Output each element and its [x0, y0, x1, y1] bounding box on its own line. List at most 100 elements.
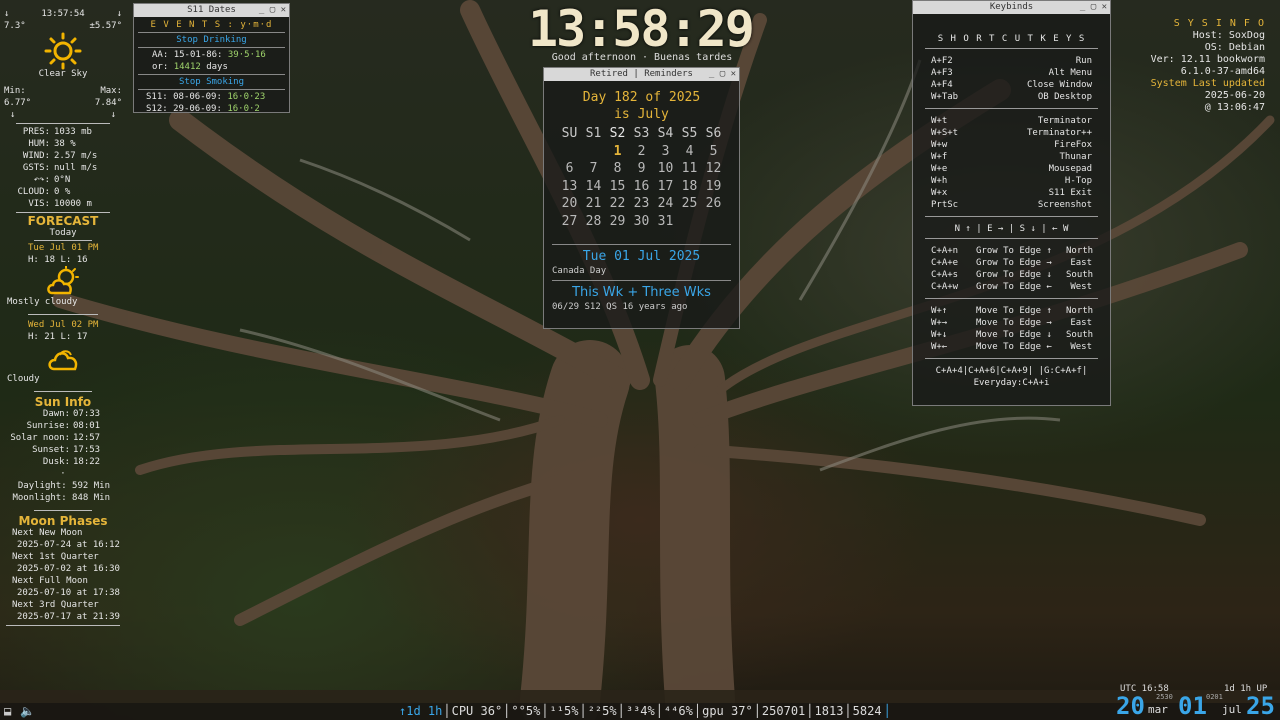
key-action: Terminator++ [1026, 128, 1092, 138]
volume-icon[interactable]: 🔈 [20, 704, 35, 718]
calendar-day[interactable]: 22 [606, 195, 630, 213]
calendar-day[interactable]: 18 [678, 178, 702, 196]
current-date: Tue 01 Jul 2025 [582, 249, 701, 264]
version: Ver: 12.11 bookworm [1150, 54, 1265, 65]
keybind-row: W+→ Move To Edge → East [913, 317, 1110, 329]
calendar-day[interactable]: 14 [582, 178, 606, 196]
calendar-day[interactable]: 1 [606, 143, 630, 161]
calendar-day[interactable]: 12 [702, 160, 726, 178]
key-combo: W+S+t [931, 128, 959, 138]
sun-value: 08:01 [73, 421, 101, 431]
calendar-day[interactable]: 28 [582, 213, 606, 231]
calendar-day[interactable]: 13 [558, 178, 582, 196]
calendar-day[interactable]: 7 [582, 160, 606, 178]
moon-phase-date: 2025-07-10 at 17:38 [17, 588, 120, 598]
key-action: Move To Edge → [976, 318, 1052, 328]
sun-value: 12:57 [73, 433, 101, 443]
keybind-row: A+F3 Alt Menu [913, 67, 1110, 79]
keybind-row: PrtSc Screenshot [913, 199, 1110, 211]
calendar-day[interactable]: 6 [558, 160, 582, 178]
calendar-day[interactable] [558, 143, 582, 161]
keybind-row: W+w FireFox [913, 139, 1110, 151]
calendar-day[interactable] [582, 143, 606, 161]
detail-label: WIND: [22, 151, 50, 161]
calendar-day[interactable]: 10 [654, 160, 678, 178]
calendar-day[interactable]: 5 [702, 143, 726, 161]
key-action: Grow To Edge ↑ [976, 246, 1052, 256]
calendar-day[interactable]: 24 [654, 195, 678, 213]
window-title: Retired | Reminders [590, 69, 693, 79]
calendar-window[interactable]: Retired | Reminders _ ▢ ✕ Day 182 of 202… [543, 67, 740, 329]
titlebar[interactable]: Keybinds _ ▢ ✕ [913, 1, 1110, 14]
key-combo: W+Tab [931, 92, 959, 102]
calendar-day[interactable]: 17 [654, 178, 678, 196]
titlebar[interactable]: S11 Dates _ ▢ ✕ [134, 4, 289, 17]
calendar-day[interactable]: 23 [630, 195, 654, 213]
calendar-weekday: S6 [705, 126, 722, 141]
calendar-day[interactable]: 30 [630, 213, 654, 231]
keybinds-window[interactable]: Keybinds _ ▢ ✕ S H O R T C U T K E Y S A… [912, 0, 1111, 406]
key-action: H-Top [1064, 176, 1092, 186]
calendar-day[interactable]: 3 [654, 143, 678, 161]
forecast-title: FORECAST [27, 214, 99, 228]
sun-info-list: Dawn: 07:33 Sunrise: 08:01 Solar noon: 12:57 S… [4, 408, 122, 468]
sun-label: Dusk: [42, 457, 70, 467]
key-direction: East [1070, 318, 1092, 328]
sun-row: Dusk: 18:22 [4, 456, 122, 468]
calendar-day[interactable]: 11 [678, 160, 702, 178]
forecast-condition: Mostly cloudy [7, 297, 78, 307]
system-stats-bar: ↑1d 1h│CPU 36°│°°5%│¹¹5%│²²5%│³³4%│⁴⁴6%│… [399, 704, 891, 718]
gpu-temp: gpu 37° [702, 704, 753, 718]
calendar-day[interactable]: 9 [630, 160, 654, 178]
calendar-weekday: SU [561, 126, 578, 141]
key-combo: W+t [931, 116, 948, 126]
weather-header: ↓ 13:57:54 ↓ [4, 8, 122, 20]
keybind-row: W+t Terminator [913, 115, 1110, 127]
key-action: Grow To Edge ← [976, 282, 1052, 292]
s11-dates-window[interactable]: S11 Dates _ ▢ ✕ E V E N T S : y·m·d Stop… [133, 3, 290, 114]
key-direction: South [1066, 270, 1094, 280]
menu-icon[interactable]: ⬓ [4, 704, 11, 718]
stat-value: 5824 [852, 704, 882, 718]
calendar-day[interactable] [678, 213, 702, 231]
key-action: Grow To Edge ↓ [976, 270, 1052, 280]
calendar-day[interactable] [702, 213, 726, 231]
sun-row: Sunrise: 08:01 [4, 420, 122, 432]
calendar-day[interactable]: 16 [630, 178, 654, 196]
calendar-day[interactable]: 4 [678, 143, 702, 161]
calendar-day[interactable]: 29 [606, 213, 630, 231]
calendar-day[interactable]: 21 [582, 195, 606, 213]
calendar-day[interactable]: 26 [702, 195, 726, 213]
moon-phase-label: Next New Moon [12, 528, 83, 538]
calendar-day[interactable]: 31 [654, 213, 678, 231]
core-load: ⁴⁴6% [663, 704, 693, 718]
day-of-year: Day 182 of 2025 [582, 90, 701, 105]
key-action: Terminator [1037, 116, 1092, 126]
calendar-day[interactable]: 19 [702, 178, 726, 196]
calendar-weekday: S3 [633, 126, 650, 141]
days-count: 14412 [173, 62, 201, 72]
max-temp: 7.84° [94, 98, 122, 108]
key-action: Move To Edge ↑ [976, 306, 1052, 316]
keybind-row: W+S+t Terminator++ [913, 127, 1110, 139]
calendar-day[interactable]: 15 [606, 178, 630, 196]
titlebar[interactable]: Retired | Reminders _ ▢ ✕ [544, 68, 739, 81]
window-controls[interactable]: _ ▢ ✕ [709, 68, 736, 81]
window-controls[interactable]: _ ▢ ✕ [1080, 1, 1107, 14]
calendar-day[interactable]: 20 [558, 195, 582, 213]
keybind-row: A+F4 Close Window [913, 79, 1110, 91]
detail-label: ↶↷: [33, 175, 50, 185]
window-controls[interactable]: _ ▢ ✕ [259, 4, 286, 17]
calendar-day[interactable]: 25 [678, 195, 702, 213]
core-load: ³³4% [625, 704, 655, 718]
sun-row: Solar noon: 12:57 [4, 432, 122, 444]
detail-value: 10000 m [54, 199, 92, 209]
key-action: Close Window [1026, 80, 1092, 90]
keybind-row: C+A+n Grow To Edge ↑ North [913, 245, 1110, 257]
calendar-day[interactable]: 2 [630, 143, 654, 161]
arrow-down-icon: ↓ [10, 110, 16, 120]
calendar-day[interactable]: 8 [606, 160, 630, 178]
detail-label: GSTS: [22, 163, 50, 173]
calendar-day[interactable]: 27 [558, 213, 582, 231]
key-direction: East [1070, 258, 1092, 268]
